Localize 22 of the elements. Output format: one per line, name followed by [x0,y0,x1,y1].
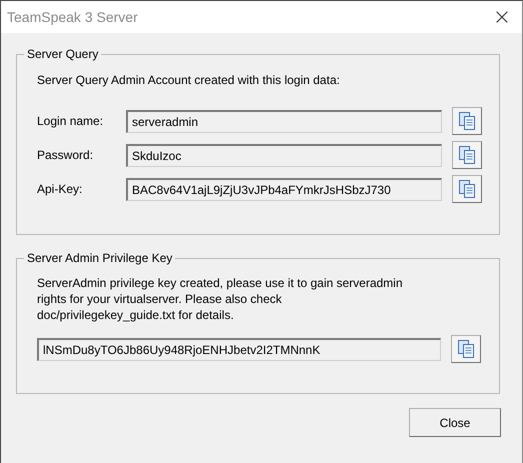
copy-button[interactable] [452,175,482,203]
copy-icon [458,111,476,131]
copy-icon [457,339,475,359]
field-label: Login name: [37,114,104,128]
group-title: Server Admin Privilege Key [26,251,174,265]
copy-button[interactable] [451,335,481,363]
close-button[interactable]: × [482,1,522,33]
field-label: Password: [37,148,94,162]
input-field[interactable]: BAC8v64V1ajL9jZjU3vJPb4aFYmkrJsHSbzJ730 [126,178,442,200]
input-field[interactable]: SkduIzoc [126,144,442,166]
copy-button[interactable] [452,107,482,135]
close-button[interactable]: Close [409,408,501,437]
copy-icon [458,179,476,199]
input-field[interactable]: serveradmin [126,110,442,132]
window-title: TeamSpeak 3 Server [7,9,138,25]
copy-icon [458,145,476,165]
field-label: Api-Key: [37,182,84,196]
message-text: ServerAdmin privilege key created, please use it to gain serveradmin rights for your virtualserver. Please also check doc/privilegekey_guide.txt for details. [37,275,404,323]
input-field[interactable]: lNSmDu8yTO6Jb86Uy948RjoENHJbetv2I2TMNnnK [37,338,441,360]
copy-button[interactable] [452,141,482,169]
group-title: Server Query [26,47,100,61]
intro-text: Server Query Admin Account created with this login data: [37,73,341,87]
